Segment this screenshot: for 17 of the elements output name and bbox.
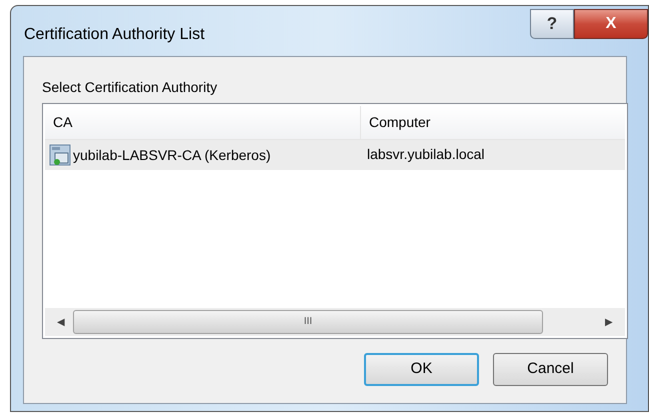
server-icon	[49, 144, 71, 166]
group-label: Select Certification Authority	[42, 78, 218, 97]
table-cell: labsvr.yubilab.local	[367, 146, 485, 162]
scroll-left-button[interactable]: ◀	[49, 314, 73, 330]
close-button[interactable]: X	[574, 9, 648, 39]
horizontal-scrollbar[interactable]: ◀ III ▶	[45, 308, 625, 336]
help-button[interactable]: ?	[530, 9, 574, 39]
list-row[interactable]: yubilab-LABSVR-CA (Kerberos) labsvr.yubilab.local	[45, 140, 625, 170]
dialog-button[interactable]: Cancel	[493, 353, 608, 386]
table-cell-text: yubilab-LABSVR-CA (Kerberos)	[73, 146, 271, 165]
dialog-button[interactable]: OK	[364, 353, 479, 386]
column-header[interactable]: Computer	[361, 106, 625, 139]
scroll-right-button[interactable]: ▶	[597, 314, 621, 330]
window-title: Certification Authority List	[24, 25, 205, 45]
scroll-thumb[interactable]: III	[73, 310, 543, 334]
column-header[interactable]: CA	[45, 106, 361, 139]
scroll-grip: III	[304, 317, 312, 327]
